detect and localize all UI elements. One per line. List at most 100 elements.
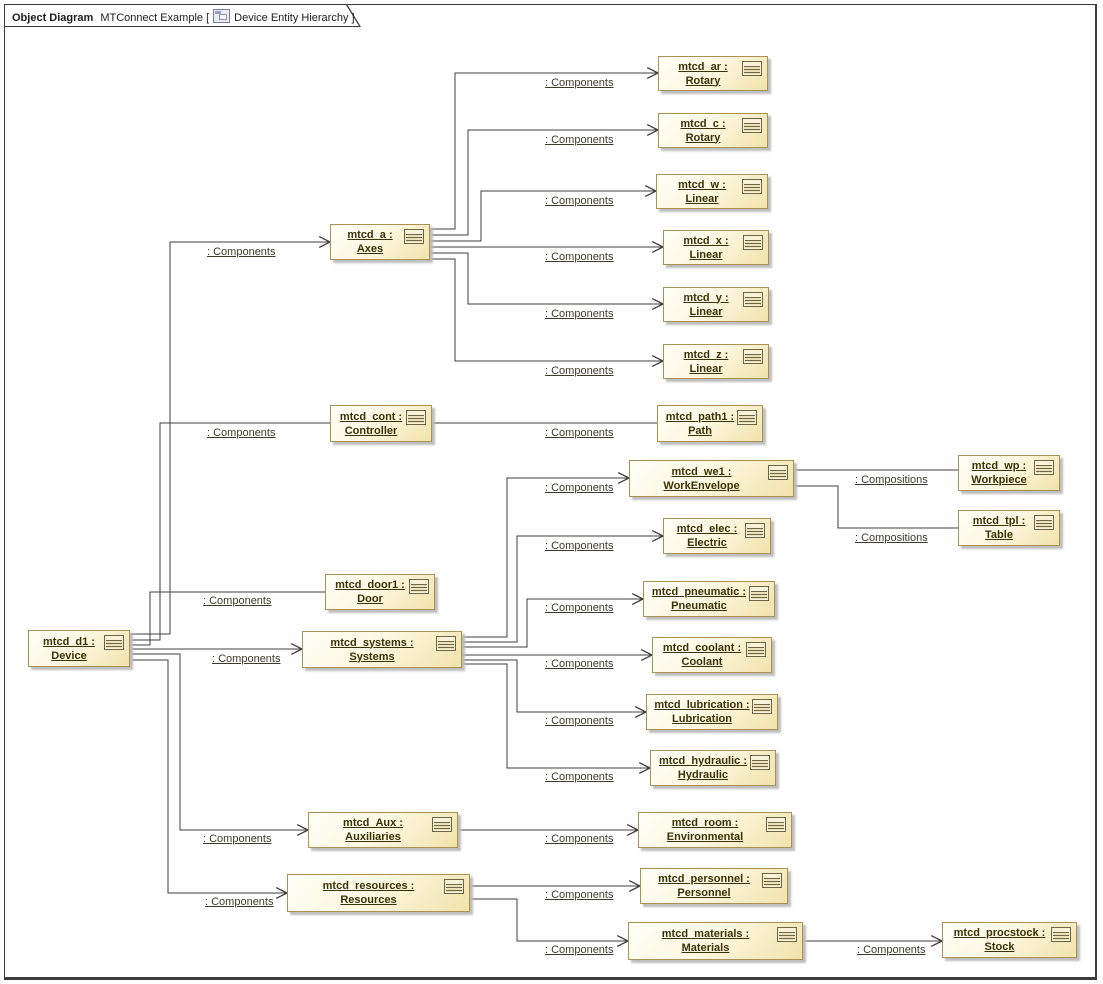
classifier-name: Materials	[633, 941, 778, 955]
instance-name: mtcd_elec :	[668, 522, 746, 536]
object-node-pneumatic[interactable]: mtcd_pneumatic :Pneumatic	[643, 581, 775, 617]
classifier-name: Axes	[335, 242, 405, 256]
components-label[interactable]: : Components	[545, 195, 613, 207]
instance-name: mtcd_a :	[335, 228, 405, 242]
part-icon	[745, 523, 765, 538]
classifier-name: Environmental	[643, 830, 767, 844]
object-node-lubrication[interactable]: mtcd_lubrication :Lubrication	[646, 694, 778, 730]
components-label[interactable]: : Components	[545, 365, 613, 377]
components-label[interactable]: : Components	[207, 427, 275, 439]
part-icon	[768, 465, 788, 480]
part-icon	[743, 292, 763, 307]
classifier-name: Personnel	[645, 886, 763, 900]
object-node-auxiliaries[interactable]: mtcd_Aux :Auxiliaries	[308, 812, 458, 848]
components-label[interactable]: : Components	[545, 944, 613, 956]
object-node-environmental[interactable]: mtcd_room :Environmental	[638, 812, 792, 848]
components-label[interactable]: : Components	[207, 246, 275, 258]
instance-name: mtcd_lubrication :	[651, 698, 753, 712]
components-label[interactable]: : Components	[545, 540, 613, 552]
classifier-name: Device	[33, 649, 105, 663]
components-label[interactable]: : Components	[545, 715, 613, 727]
connector-axes-c[interactable]	[430, 130, 658, 235]
object-node-coolant[interactable]: mtcd_coolant :Coolant	[652, 637, 772, 673]
part-icon	[432, 817, 452, 832]
components-label[interactable]: : Components	[203, 833, 271, 845]
components-label[interactable]: : Components	[545, 77, 613, 89]
object-node-resources[interactable]: mtcd_resources :Resources	[287, 874, 470, 912]
instance-name: mtcd_path1 :	[662, 410, 738, 424]
components-label[interactable]: : Components	[545, 427, 613, 439]
part-icon	[406, 410, 426, 425]
connector-d1-resources[interactable]	[130, 660, 287, 893]
classifier-name: Systems	[307, 650, 437, 664]
components-label[interactable]: : Components	[545, 889, 613, 901]
object-node-electric[interactable]: mtcd_elec :Electric	[663, 518, 771, 554]
instance-name: mtcd_room :	[643, 816, 767, 830]
object-node-workpiece[interactable]: mtcd_wp :Workpiece	[958, 455, 1060, 491]
connector-resources-materials[interactable]	[470, 899, 628, 941]
object-node-linear-y[interactable]: mtcd_y :Linear	[663, 287, 769, 322]
instance-name: mtcd_hydraulic :	[655, 754, 751, 768]
part-icon	[749, 586, 769, 601]
components-label[interactable]: : Components	[545, 658, 613, 670]
classifier-name: Pneumatic	[648, 599, 750, 613]
components-label[interactable]: : Components	[545, 134, 613, 146]
object-node-materials[interactable]: mtcd_materials :Materials	[628, 922, 803, 960]
classifier-name: Hydraulic	[655, 768, 751, 782]
components-label[interactable]: : Components	[203, 595, 271, 607]
instance-name: mtcd_cont :	[335, 410, 407, 424]
components-label[interactable]: : Components	[545, 833, 613, 845]
connector-d1-auxiliaries[interactable]	[130, 654, 308, 830]
part-icon	[737, 410, 757, 425]
classifier-name: Rotary	[663, 131, 743, 145]
compositions-label[interactable]: : Compositions	[855, 474, 928, 486]
object-node-rotary-ar[interactable]: mtcd_ar :Rotary	[658, 56, 768, 91]
connector-axes-w[interactable]	[430, 191, 656, 241]
components-label[interactable]: : Components	[545, 482, 613, 494]
instance-name: mtcd_tpl :	[963, 514, 1035, 528]
instance-name: mtcd_door1 :	[330, 578, 410, 592]
connector-axes-ar[interactable]	[430, 73, 658, 229]
connector-d1-controller[interactable]	[130, 423, 330, 640]
object-node-rotary-c[interactable]: mtcd_c :Rotary	[658, 113, 768, 148]
part-icon	[1034, 460, 1054, 475]
object-node-axes[interactable]: mtcd_a :Axes	[330, 224, 430, 260]
components-label[interactable]: : Components	[545, 251, 613, 263]
object-node-stock[interactable]: mtcd_procstock :Stock	[942, 922, 1077, 958]
classifier-name: Linear	[668, 305, 744, 319]
instance-name: mtcd_c :	[663, 117, 743, 131]
object-node-linear-x[interactable]: mtcd_x :Linear	[663, 230, 769, 265]
instance-name: mtcd_we1 :	[634, 465, 769, 479]
object-node-device[interactable]: mtcd_d1 :Device	[28, 630, 130, 667]
classifier-name: Workpiece	[963, 473, 1035, 487]
part-icon	[742, 118, 762, 133]
components-label[interactable]: : Components	[545, 602, 613, 614]
classifier-name: Table	[963, 528, 1035, 542]
components-label[interactable]: : Components	[212, 653, 280, 665]
object-node-workenvelope[interactable]: mtcd_we1 :WorkEnvelope	[629, 460, 794, 497]
object-node-path[interactable]: mtcd_path1 :Path	[657, 405, 763, 442]
object-node-linear-z[interactable]: mtcd_z :Linear	[663, 344, 769, 379]
object-node-controller[interactable]: mtcd_cont :Controller	[330, 405, 432, 442]
instance-name: mtcd_d1 :	[33, 635, 105, 649]
part-icon	[743, 349, 763, 364]
components-label[interactable]: : Components	[545, 308, 613, 320]
object-node-personnel[interactable]: mtcd_personnel :Personnel	[640, 868, 788, 904]
classifier-name: WorkEnvelope	[634, 479, 769, 493]
object-node-systems[interactable]: mtcd_systems :Systems	[302, 631, 462, 668]
components-label[interactable]: : Components	[545, 771, 613, 783]
compositions-label[interactable]: : Compositions	[855, 532, 928, 544]
object-node-hydraulic[interactable]: mtcd_hydraulic :Hydraulic	[650, 750, 776, 786]
instance-name: mtcd_pneumatic :	[648, 585, 750, 599]
components-label[interactable]: : Components	[205, 896, 273, 908]
object-node-table[interactable]: mtcd_tpl :Table	[958, 510, 1060, 546]
part-icon	[746, 642, 766, 657]
object-node-linear-w[interactable]: mtcd_w :Linear	[656, 174, 768, 209]
classifier-name: Electric	[668, 536, 746, 550]
object-node-door[interactable]: mtcd_door1 :Door	[325, 574, 435, 610]
connector-workenvelope-table[interactable]	[794, 486, 958, 528]
components-label[interactable]: : Components	[857, 944, 925, 956]
part-icon	[742, 61, 762, 76]
instance-name: mtcd_Aux :	[313, 816, 433, 830]
part-icon	[743, 235, 763, 250]
